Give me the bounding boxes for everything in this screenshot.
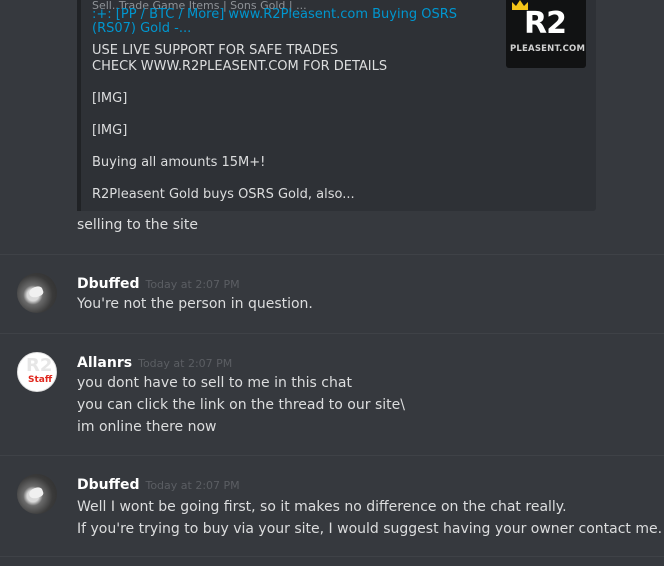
message-content: You're not the person in question. (77, 293, 657, 315)
embed-line: Buying all amounts 15M+! (92, 155, 266, 170)
embed-line: [IMG] (92, 91, 128, 106)
message-header: Allanrs Today at 2:07 PM (77, 352, 232, 371)
thumbnail-logo: R2 (524, 6, 567, 41)
avatar[interactable] (17, 273, 57, 313)
timestamp: Today at 2:07 PM (145, 479, 240, 492)
message-line: If you're trying to buy via your site, I… (77, 521, 663, 537)
timestamp: Today at 2:07 PM (138, 357, 233, 370)
embed-description: USE LIVE SUPPORT FOR SAFE TRADES CHECK W… (92, 43, 492, 203)
avatar-staff-text: Staff (28, 375, 53, 385)
embed-thumbnail[interactable]: R2 PLEASENT.COM (506, 0, 586, 68)
avatar-logo-text: R2 (26, 355, 53, 376)
embed-line: R2Pleasent Gold buys OSRS Gold, also... (92, 187, 355, 202)
message-divider (0, 455, 664, 456)
message-header: Dbuffed Today at 2:07 PM (77, 273, 240, 292)
message-divider (0, 254, 664, 255)
embed-line (92, 75, 492, 91)
username[interactable]: Dbuffed (77, 276, 139, 292)
message-line: im online there now (77, 419, 217, 435)
message-content: Well I wont be going first, so it makes … (77, 496, 663, 540)
thumbnail-logo-subtitle: PLEASENT.COM (510, 44, 586, 54)
embed-line (92, 171, 492, 187)
avatar[interactable] (17, 474, 57, 514)
message-divider (0, 556, 664, 557)
embed-title-link[interactable]: :+: [PP / BTC / More] www.R2Pleasent.com… (92, 8, 492, 36)
link-embed: Sell..Trade Game Items | Sons Gold | ...… (77, 0, 596, 211)
continuation-message: selling to the site (77, 217, 199, 233)
embed-line: [IMG] (92, 123, 128, 138)
embed-line: CHECK WWW.R2PLEASENT.COM FOR DETAILS (92, 59, 388, 74)
embed-line: USE LIVE SUPPORT FOR SAFE TRADES (92, 43, 339, 58)
message-line: Well I wont be going first, so it makes … (77, 499, 567, 515)
embed-line (92, 107, 492, 123)
username[interactable]: Dbuffed (77, 477, 139, 493)
message-line: you can click the link on the thread to … (77, 397, 405, 413)
embed-line (92, 139, 492, 155)
message-divider (0, 333, 664, 334)
username[interactable]: Allanrs (77, 355, 132, 371)
avatar[interactable]: R2 Staff (17, 352, 57, 392)
message-content: you dont have to sell to me in this chat… (77, 372, 657, 438)
message-line: You're not the person in question. (77, 296, 313, 312)
message-line: you dont have to sell to me in this chat (77, 375, 352, 391)
timestamp: Today at 2:07 PM (145, 278, 240, 291)
message-header: Dbuffed Today at 2:07 PM (77, 474, 240, 493)
